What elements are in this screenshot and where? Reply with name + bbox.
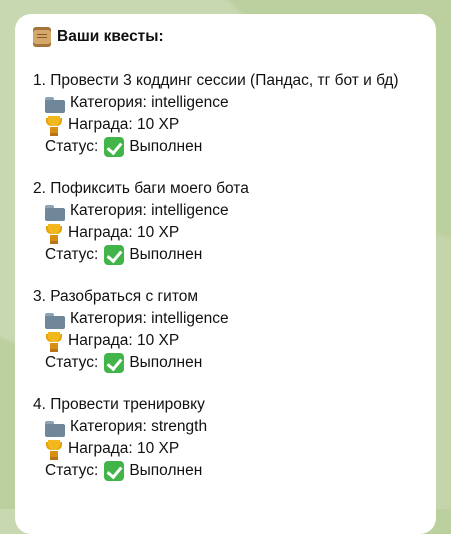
quest-category: Категория: strength	[33, 416, 436, 438]
quest-reward-text: Награда: 10 XP	[68, 224, 180, 241]
quest-category: Категория: intelligence	[33, 200, 436, 222]
scroll-icon	[33, 27, 51, 47]
folder-icon	[45, 96, 65, 113]
quest-status-value: Выполнен	[129, 462, 203, 479]
quest-status-value: Выполнен	[129, 354, 203, 371]
check-icon	[104, 245, 125, 265]
check-icon	[104, 137, 125, 157]
trophy-icon	[45, 439, 63, 460]
folder-icon	[45, 420, 65, 437]
quest-category-text: Категория: strength	[70, 418, 208, 435]
quest-category: Категория: intelligence	[33, 92, 436, 114]
quest-reward-text: Награда: 10 XP	[68, 116, 180, 133]
quest-title: 3. Разобраться с гитом	[33, 288, 199, 305]
quest-reward: Награда: 10 XP	[33, 222, 436, 244]
quest-category-text: Категория: intelligence	[70, 94, 229, 111]
quest-item: 3. Разобраться с гитом Категория: intell…	[33, 286, 436, 374]
quest-category-text: Категория: intelligence	[70, 310, 229, 327]
quest-item: 2. Пофиксить баги моего бота Категория: …	[33, 178, 436, 266]
trophy-icon	[45, 331, 63, 352]
quest-reward-text: Награда: 10 XP	[68, 332, 180, 349]
trophy-icon	[45, 223, 63, 244]
trophy-icon	[45, 115, 63, 136]
folder-icon	[45, 204, 65, 221]
quest-reward-text: Награда: 10 XP	[68, 440, 180, 457]
check-icon	[104, 353, 125, 373]
quest-status: Статус: Выполнен	[33, 352, 436, 374]
quest-status: Статус: Выполнен	[33, 460, 436, 482]
quest-status-value: Выполнен	[129, 246, 203, 263]
quest-category-text: Категория: intelligence	[70, 202, 229, 219]
quest-item: 1. Провести 3 коддинг сессии (Пандас, тг…	[33, 70, 436, 158]
quest-status-label: Статус:	[45, 354, 99, 371]
quest-item: 4. Провести тренировку Категория: streng…	[33, 394, 436, 482]
header-title: Ваши квесты:	[57, 28, 164, 45]
quest-status-label: Статус:	[45, 462, 99, 479]
quest-title: 4. Провести тренировку	[33, 396, 205, 413]
message-bubble: Ваши квесты: 1. Провести 3 коддинг сесси…	[15, 14, 436, 534]
quest-status: Статус: Выполнен	[33, 244, 436, 266]
quests-header: Ваши квесты:	[33, 24, 436, 50]
quest-reward: Награда: 10 XP	[33, 114, 436, 136]
quest-status-label: Статус:	[45, 246, 99, 263]
folder-icon	[45, 312, 65, 329]
quest-status-value: Выполнен	[129, 138, 203, 155]
check-icon	[104, 461, 125, 481]
quest-status: Статус: Выполнен	[33, 136, 436, 158]
quest-title: 1. Провести 3 коддинг сессии (Пандас, тг…	[33, 72, 399, 89]
quest-status-label: Статус:	[45, 138, 99, 155]
quest-title: 2. Пофиксить баги моего бота	[33, 180, 249, 197]
quest-category: Категория: intelligence	[33, 308, 436, 330]
quest-reward: Награда: 10 XP	[33, 330, 436, 352]
quest-reward: Награда: 10 XP	[33, 438, 436, 460]
